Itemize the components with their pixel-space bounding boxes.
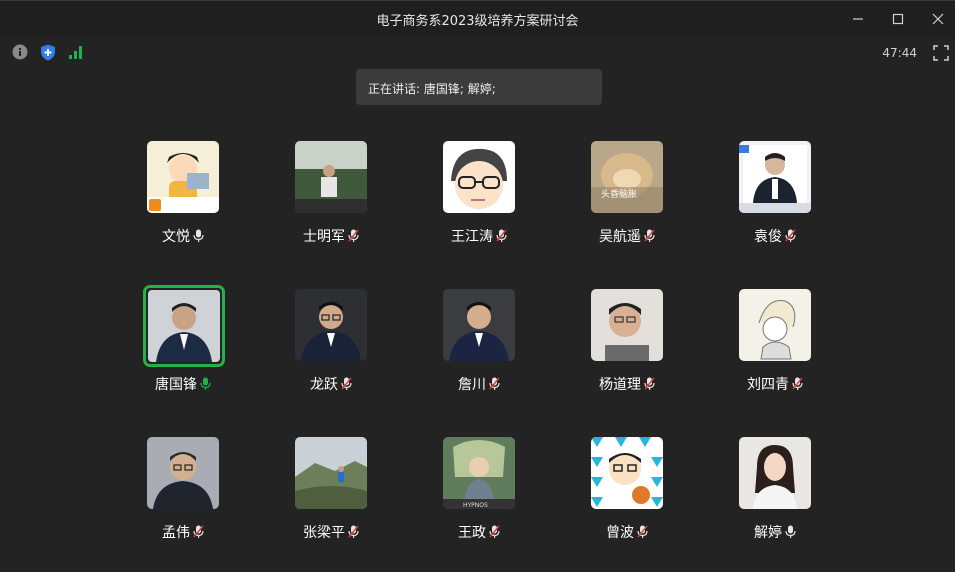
participant-name-label: 刘四青: [747, 377, 789, 393]
minimize-icon: [853, 18, 863, 20]
participant-name: 詹川: [405, 374, 553, 395]
close-icon: [932, 13, 944, 25]
maximize-icon: [892, 13, 904, 25]
fullscreen-icon[interactable]: [933, 45, 949, 65]
mic-muted-icon: [489, 377, 500, 395]
participant-name: 张梁平: [257, 522, 405, 543]
participant-tile[interactable]: 袁俊: [701, 141, 849, 261]
participant-tile[interactable]: 曾波: [553, 437, 701, 557]
participant-name: 解婷: [701, 522, 849, 543]
participant-tile[interactable]: 刘四青: [701, 289, 849, 409]
participant-name: 龙跃: [257, 374, 405, 395]
microphone-icon: [785, 525, 796, 543]
participant-name: 杨道理: [553, 374, 701, 395]
participant-avatar: [443, 141, 515, 213]
participant-name-label: 王江涛: [451, 229, 493, 245]
participant-tile[interactable]: 詹川: [405, 289, 553, 409]
participant-name-label: 吴航遥: [599, 229, 641, 245]
participant-name: 王江涛: [405, 226, 553, 247]
participant-name-label: 杨道理: [599, 377, 641, 393]
close-button[interactable]: [925, 7, 951, 31]
participant-avatar: [147, 141, 219, 213]
participant-name-label: 解婷: [754, 525, 782, 541]
participant-name: 刘四青: [701, 374, 849, 395]
participant-avatar: [147, 437, 219, 509]
window-title: 电子商务系2023级培养方案研讨会: [376, 14, 579, 29]
participant-avatar: [295, 437, 367, 509]
participant-avatar: [739, 437, 811, 509]
participant-name-label: 袁俊: [754, 229, 782, 245]
svg-text:HYPNOS: HYPNOS: [463, 502, 488, 509]
title-bar: 电子商务系2023级培养方案研讨会: [0, 0, 955, 38]
signal-strength-icon[interactable]: [68, 44, 84, 64]
mic-muted-icon: [348, 525, 359, 543]
minimize-button[interactable]: [845, 7, 871, 31]
participant-name-label: 唐国锋: [155, 377, 197, 393]
security-shield-icon[interactable]: [40, 44, 56, 65]
participant-name: 曾波: [553, 522, 701, 543]
svg-text:头昏脑胀: 头昏脑胀: [601, 188, 637, 200]
participant-tile[interactable]: 士明军: [257, 141, 405, 261]
info-icon[interactable]: [12, 44, 28, 64]
participant-name: 袁俊: [701, 226, 849, 247]
participant-tile[interactable]: 文悦: [109, 141, 257, 261]
participant-name: 唐国锋: [109, 374, 257, 395]
meeting-timer: 47:44: [882, 46, 917, 60]
participant-tile[interactable]: 王江涛: [405, 141, 553, 261]
participant-tile[interactable]: 龙跃: [257, 289, 405, 409]
participant-name-label: 孟伟: [162, 525, 190, 541]
participant-avatar: [591, 289, 663, 361]
mic-muted-icon: [792, 377, 803, 395]
participant-avatar: 头昏脑胀: [591, 141, 663, 213]
participant-avatar: [443, 289, 515, 361]
participant-name: 文悦: [109, 226, 257, 247]
participant-name-label: 王政: [458, 525, 486, 541]
mic-muted-icon: [489, 525, 500, 543]
participant-avatar: [591, 437, 663, 509]
participant-tile[interactable]: 孟伟: [109, 437, 257, 557]
participant-name-label: 曾波: [606, 525, 634, 541]
participant-name: 孟伟: [109, 522, 257, 543]
participant-avatar: [739, 289, 811, 361]
participant-name: 王政: [405, 522, 553, 543]
mic-muted-icon: [644, 377, 655, 395]
mic-muted-icon: [348, 229, 359, 247]
participant-tile[interactable]: 头昏脑胀 吴航遥: [553, 141, 701, 261]
participant-tile[interactable]: 张梁平: [257, 437, 405, 557]
mic-muted-icon: [637, 525, 648, 543]
maximize-button[interactable]: [885, 7, 911, 31]
participant-name-label: 文悦: [162, 229, 190, 245]
participant-name: 士明军: [257, 226, 405, 247]
speaking-banner: 正在讲话: 唐国锋; 解婷;: [356, 69, 602, 105]
mic-muted-icon: [644, 229, 655, 247]
mic-muted-icon: [341, 377, 352, 395]
participant-tile[interactable]: 杨道理: [553, 289, 701, 409]
participant-avatar: [295, 141, 367, 213]
participant-name-label: 士明军: [303, 229, 345, 245]
participant-tile[interactable]: 解婷: [701, 437, 849, 557]
microphone-icon: [200, 377, 211, 395]
participant-avatar: [143, 285, 225, 367]
mic-muted-icon: [496, 229, 507, 247]
participant-name-label: 张梁平: [303, 525, 345, 541]
participant-avatar: [739, 141, 811, 213]
participant-name-label: 龙跃: [310, 377, 338, 393]
participant-tile[interactable]: HYPNOS 王政: [405, 437, 553, 557]
participant-name-label: 詹川: [458, 377, 486, 393]
participant-avatar: HYPNOS: [443, 437, 515, 509]
participant-name: 吴航遥: [553, 226, 701, 247]
mic-muted-icon: [193, 525, 204, 543]
participant-avatar: [295, 289, 367, 361]
participant-tile[interactable]: 唐国锋: [109, 285, 257, 409]
microphone-icon: [193, 229, 204, 247]
mic-muted-icon: [785, 229, 796, 247]
